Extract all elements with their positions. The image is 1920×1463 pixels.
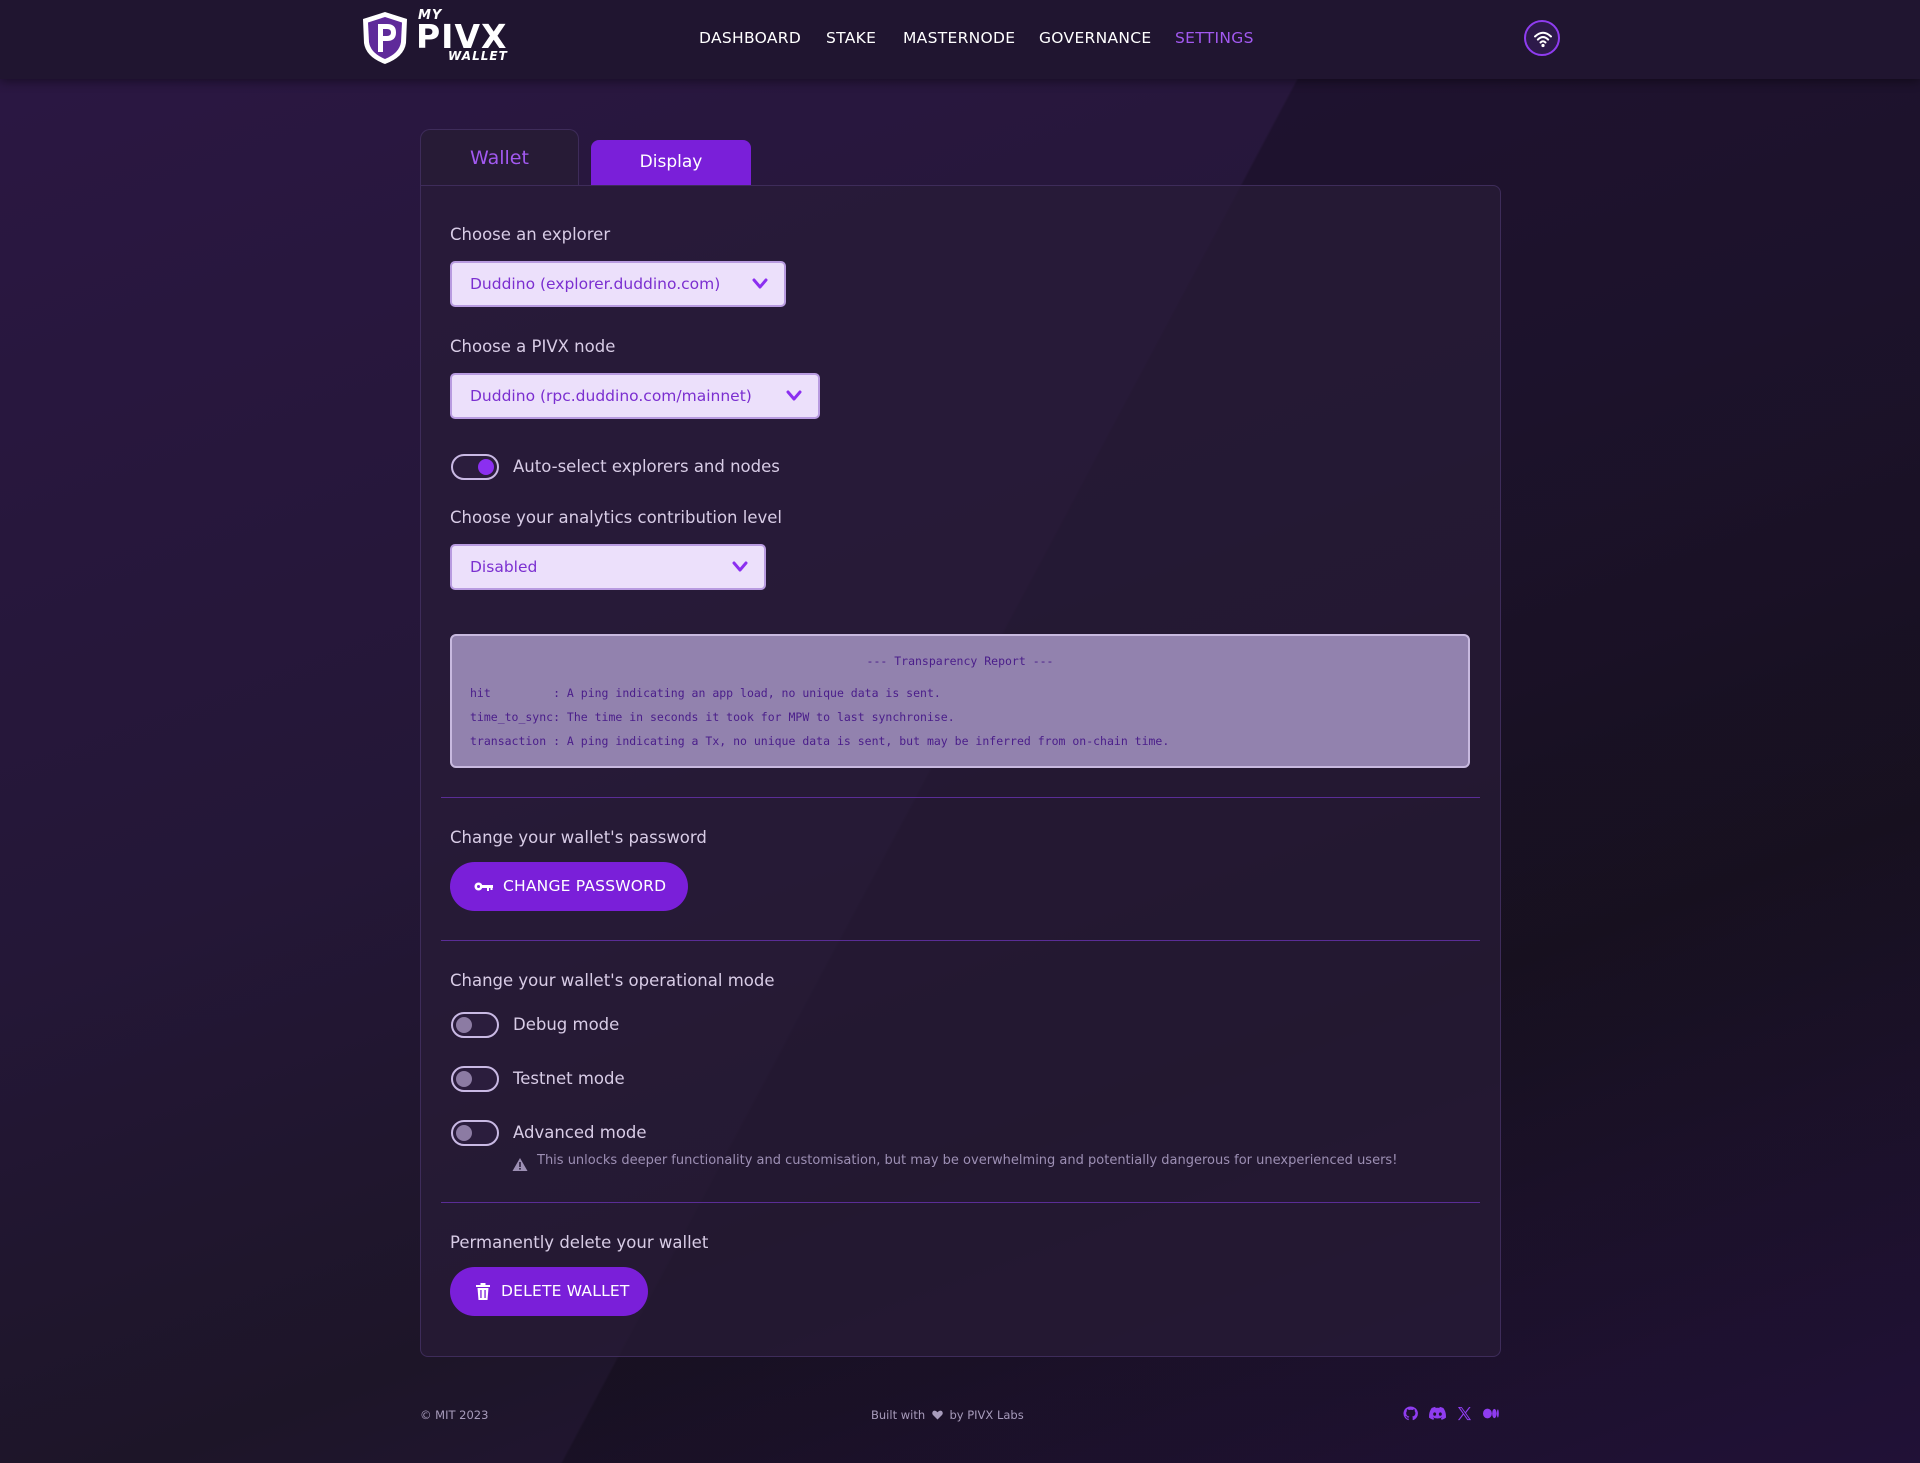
- auto-select-label: Auto-select explorers and nodes: [513, 457, 780, 476]
- analytics-select[interactable]: Disabled: [450, 544, 766, 590]
- chevron-down-icon: [786, 390, 802, 401]
- trash-icon: [476, 1283, 490, 1300]
- toggle-knob: [456, 1071, 472, 1087]
- report-line: transaction : A ping indicating a Tx, no…: [470, 734, 1170, 748]
- github-icon[interactable]: [1403, 1406, 1418, 1421]
- toggle-knob: [456, 1017, 472, 1033]
- toggle-knob: [456, 1125, 472, 1141]
- tab-display[interactable]: Display: [591, 140, 751, 185]
- top-navbar: MY PIVX WALLET DASHBOARD STAKE MASTERNOD…: [0, 0, 1920, 79]
- change-password-button[interactable]: CHANGE PASSWORD: [450, 862, 688, 911]
- footer-built-with: Built with by PIVX Labs: [871, 1408, 1024, 1422]
- section-divider: [441, 797, 1480, 798]
- pivx-shield-icon: [363, 12, 407, 64]
- wifi-icon: [1534, 31, 1552, 48]
- key-icon: [474, 882, 493, 891]
- node-label: Choose a PIVX node: [450, 337, 616, 356]
- built-by-text: by PIVX Labs: [949, 1408, 1024, 1422]
- explorer-label: Choose an explorer: [450, 225, 611, 244]
- mode-label: Change your wallet's operational mode: [450, 971, 775, 990]
- debug-mode-toggle[interactable]: [451, 1012, 499, 1038]
- advanced-mode-label: Advanced mode: [513, 1123, 647, 1142]
- auto-select-toggle[interactable]: [451, 454, 499, 480]
- debug-mode-label: Debug mode: [513, 1015, 620, 1034]
- explorer-select[interactable]: Duddino (explorer.duddino.com): [450, 261, 786, 307]
- nav-masternode[interactable]: MASTERNODE: [903, 29, 1015, 47]
- tab-wallet[interactable]: Wallet: [420, 129, 579, 186]
- report-line: time_to_sync: The time in seconds it too…: [470, 710, 955, 724]
- toggle-knob: [478, 459, 494, 475]
- transparency-report: --- Transparency Report --- hit : A ping…: [450, 634, 1470, 768]
- analytics-label: Choose your analytics contribution level: [450, 508, 782, 527]
- chevron-down-icon: [752, 278, 768, 289]
- explorer-select-value: Duddino (explorer.duddino.com): [470, 275, 721, 293]
- nav-stake[interactable]: STAKE: [826, 29, 876, 47]
- change-password-label: CHANGE PASSWORD: [503, 877, 667, 895]
- report-line: hit : A ping indicating an app load, no …: [470, 686, 941, 700]
- medium-icon[interactable]: [1483, 1406, 1499, 1421]
- advanced-mode-toggle[interactable]: [451, 1120, 499, 1146]
- password-label: Change your wallet's password: [450, 828, 707, 847]
- footer-copyright: © MIT 2023: [420, 1408, 489, 1422]
- section-divider: [441, 1202, 1480, 1203]
- advanced-mode-warning: This unlocks deeper functionality and cu…: [537, 1153, 1398, 1168]
- mypivx-logo[interactable]: MY PIVX WALLET: [360, 8, 507, 70]
- testnet-mode-toggle[interactable]: [451, 1066, 499, 1092]
- nav-governance[interactable]: GOVERNANCE: [1039, 29, 1152, 47]
- nav-settings[interactable]: SETTINGS: [1175, 29, 1254, 47]
- built-with-text: Built with: [871, 1408, 926, 1422]
- chevron-down-icon: [732, 561, 748, 572]
- section-divider: [441, 940, 1480, 941]
- logo-wallet-text: WALLET: [448, 49, 508, 63]
- node-select-value: Duddino (rpc.duddino.com/mainnet): [470, 387, 752, 405]
- discord-icon[interactable]: [1429, 1406, 1446, 1421]
- settings-panel: [420, 185, 1501, 1357]
- delete-wallet-button[interactable]: DELETE WALLET: [450, 1267, 648, 1316]
- network-status-button[interactable]: [1524, 20, 1560, 56]
- warning-icon: [512, 1158, 528, 1171]
- nav-dashboard[interactable]: DASHBOARD: [699, 29, 801, 47]
- delete-wallet-label: DELETE WALLET: [501, 1282, 630, 1300]
- node-select[interactable]: Duddino (rpc.duddino.com/mainnet): [450, 373, 820, 419]
- testnet-mode-label: Testnet mode: [513, 1069, 625, 1088]
- heart-icon: [932, 1410, 943, 1420]
- report-title: --- Transparency Report ---: [866, 654, 1054, 668]
- delete-label: Permanently delete your wallet: [450, 1233, 709, 1252]
- analytics-select-value: Disabled: [470, 558, 538, 576]
- x-icon[interactable]: [1457, 1406, 1472, 1421]
